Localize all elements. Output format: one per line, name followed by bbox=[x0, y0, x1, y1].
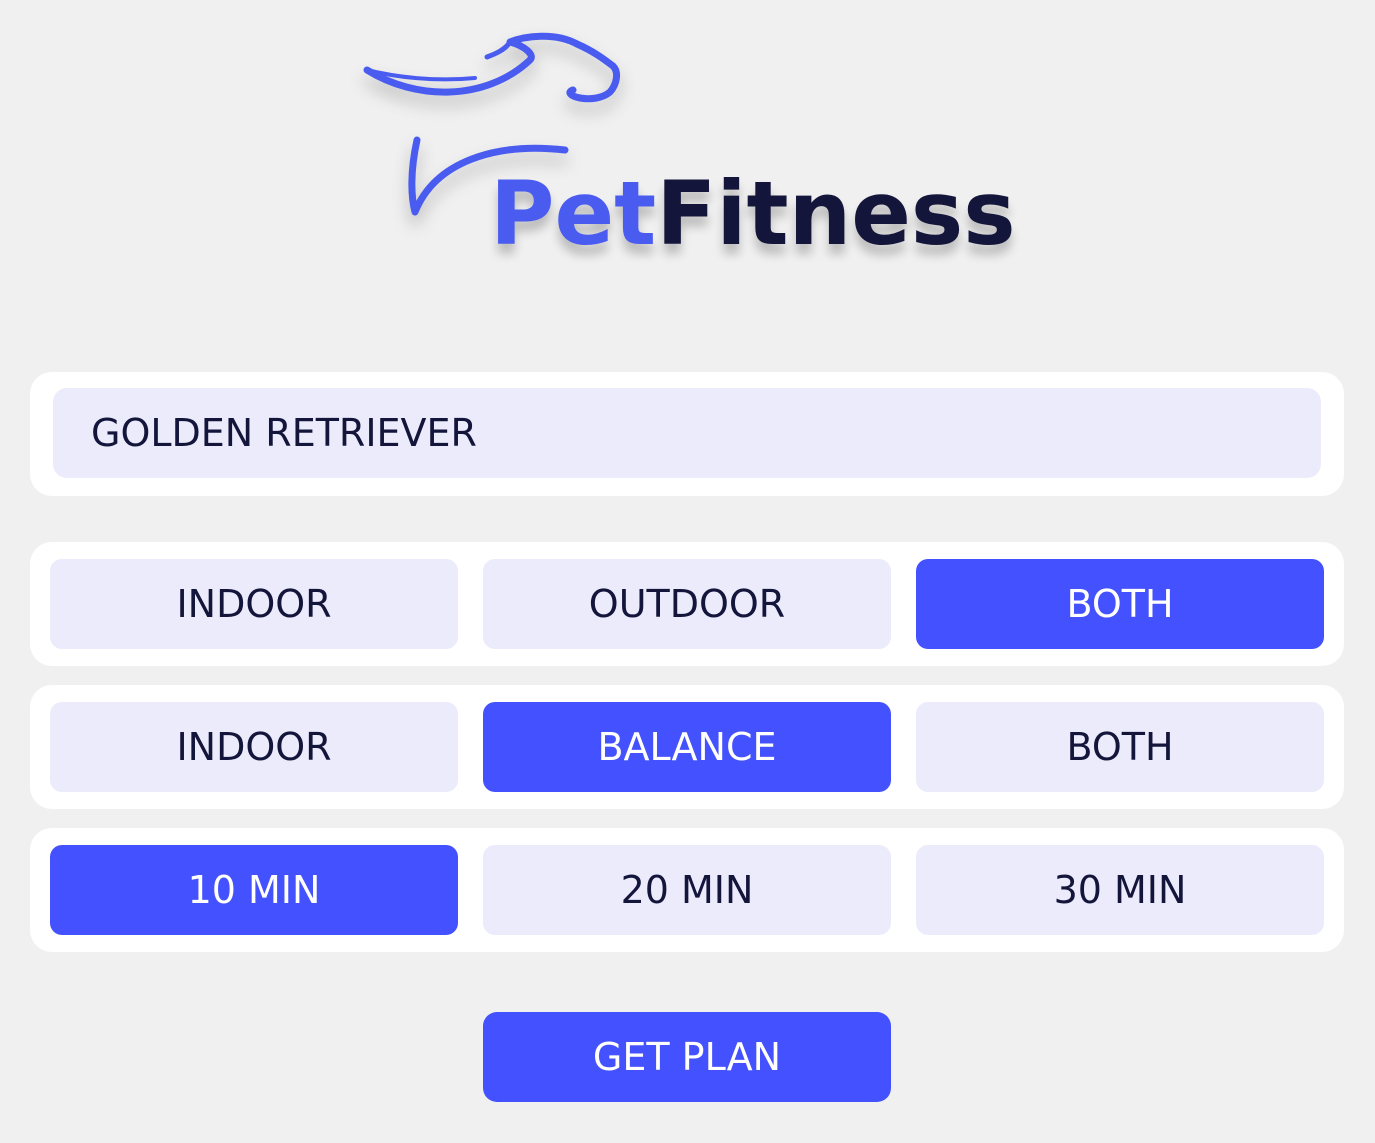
brand-name-part1: Pet bbox=[490, 162, 657, 265]
brand-name-part2: Fitness bbox=[656, 162, 1016, 265]
breed-input[interactable]: GOLDEN RETRIEVER bbox=[53, 388, 1321, 478]
option-button[interactable]: INDOOR bbox=[50, 702, 458, 792]
focus-options: INDOOR BALANCE BOTH bbox=[30, 685, 1344, 809]
option-button[interactable]: BOTH bbox=[916, 702, 1324, 792]
brand-logo: PetFitness bbox=[355, 22, 1035, 282]
option-button[interactable]: OUTDOOR bbox=[483, 559, 891, 649]
option-button[interactable]: 20 MIN bbox=[483, 845, 891, 935]
breed-card: GOLDEN RETRIEVER bbox=[30, 372, 1344, 496]
duration-options: 10 MIN 20 MIN 30 MIN bbox=[30, 828, 1344, 952]
get-plan-button[interactable]: GET PLAN bbox=[483, 1012, 891, 1102]
option-button[interactable]: INDOOR bbox=[50, 559, 458, 649]
option-button[interactable]: BOTH bbox=[916, 559, 1324, 649]
option-button[interactable]: BALANCE bbox=[483, 702, 891, 792]
location-options: INDOOR OUTDOOR BOTH bbox=[30, 542, 1344, 666]
option-button[interactable]: 10 MIN bbox=[50, 845, 458, 935]
brand-name: PetFitness bbox=[490, 170, 1016, 258]
option-button[interactable]: 30 MIN bbox=[916, 845, 1324, 935]
